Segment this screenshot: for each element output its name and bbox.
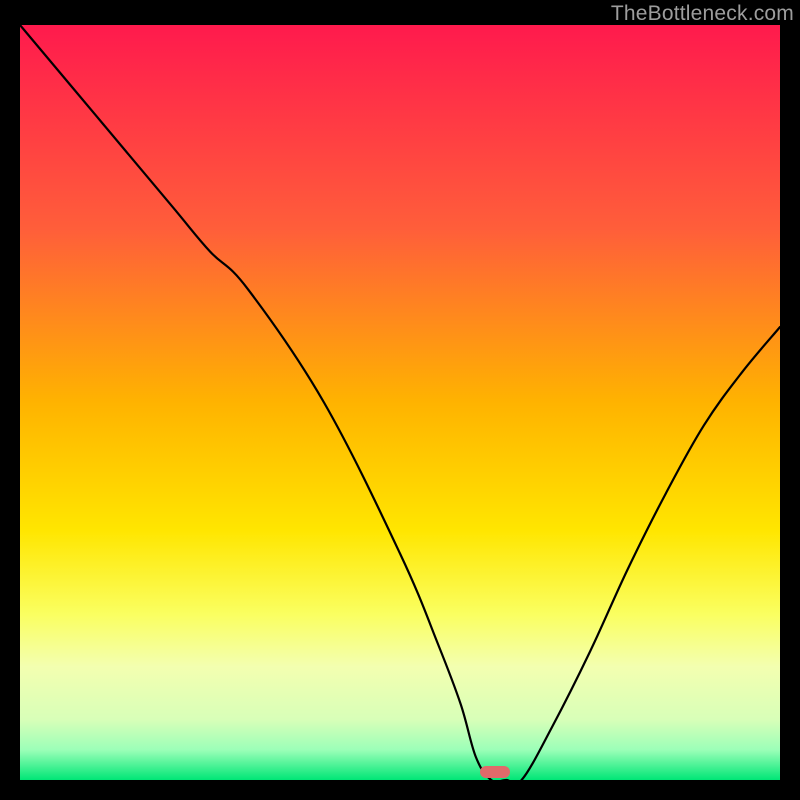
bottleneck-curve — [20, 25, 780, 780]
plot-area — [20, 25, 780, 780]
chart-frame: TheBottleneck.com — [0, 0, 800, 800]
optimum-marker — [480, 766, 510, 778]
watermark-text: TheBottleneck.com — [611, 2, 794, 26]
